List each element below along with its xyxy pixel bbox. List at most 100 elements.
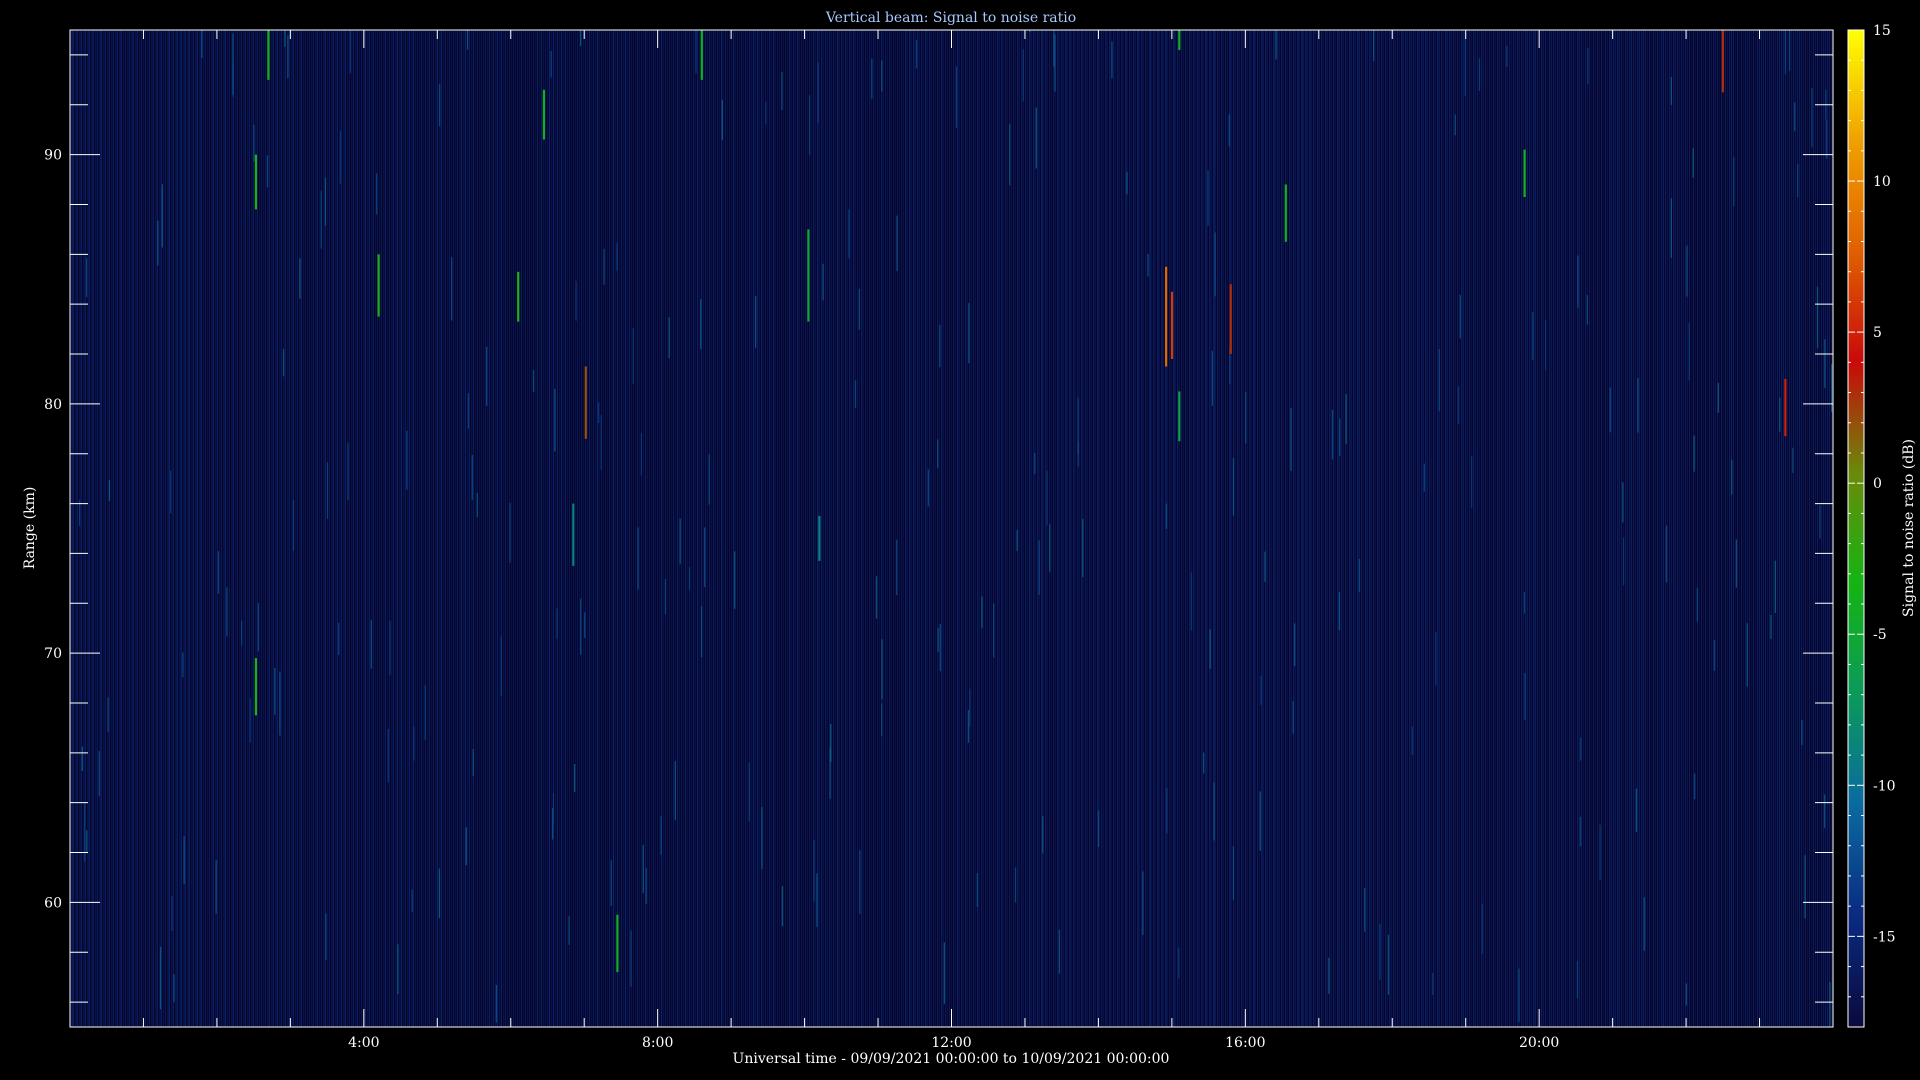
noise-column — [1774, 30, 1777, 1027]
noise-fleck — [376, 173, 378, 215]
noise-fleck — [642, 844, 644, 894]
noise-column — [504, 30, 506, 1027]
noise-column — [1218, 30, 1220, 1027]
noise-column — [332, 30, 334, 1027]
noise-column — [348, 30, 350, 1027]
noise-column — [989, 30, 991, 1027]
noise-column — [236, 30, 238, 1027]
noise-column — [1454, 30, 1456, 1027]
noise-column — [1334, 30, 1336, 1027]
noise-column — [1370, 30, 1372, 1027]
noise-column — [1418, 30, 1420, 1027]
noise-column — [1073, 30, 1075, 1027]
noise-column — [248, 30, 250, 1027]
signal-streak — [267, 30, 270, 80]
noise-fleck — [550, 51, 552, 78]
noise-column — [200, 30, 202, 1027]
noise-fleck — [1587, 47, 1589, 84]
noise-column — [468, 30, 470, 1027]
noise-column — [893, 30, 895, 1027]
noise-fleck — [1009, 124, 1011, 186]
colorbar-label: Signal to noise ratio (dB) — [1901, 439, 1917, 617]
noise-column — [889, 30, 891, 1027]
noise-column — [1634, 30, 1636, 1027]
noise-column — [432, 30, 434, 1027]
noise-column — [1514, 30, 1516, 1027]
noise-fleck — [645, 868, 647, 904]
noise-column — [901, 30, 903, 1027]
noise-column — [1582, 30, 1584, 1027]
noise-column — [392, 30, 394, 1027]
noise-fleck — [1692, 148, 1694, 178]
noise-column — [993, 30, 995, 1027]
noise-fleck — [969, 688, 971, 727]
noise-fleck — [183, 836, 185, 884]
noise-fleck — [1713, 640, 1716, 671]
noise-column — [440, 30, 442, 1027]
noise-fleck — [630, 930, 632, 987]
signal-streak — [572, 503, 575, 566]
noise-column — [1510, 30, 1512, 1027]
noise-fleck — [339, 130, 342, 184]
noise-fleck — [875, 576, 878, 619]
noise-column — [212, 30, 214, 1027]
noise-fleck — [1331, 409, 1334, 460]
noise-column — [1169, 30, 1172, 1027]
noise-column — [1618, 30, 1620, 1027]
noise-column — [168, 30, 170, 1027]
noise-column — [721, 30, 723, 1027]
noise-column — [564, 30, 566, 1027]
noise-fleck — [249, 698, 251, 743]
noise-column — [953, 30, 955, 1027]
noise-column — [777, 30, 779, 1027]
noise-column — [364, 30, 366, 1027]
noise-column — [709, 30, 711, 1027]
noise-column — [1502, 30, 1504, 1027]
noise-column — [1474, 30, 1476, 1027]
noise-fleck — [86, 830, 88, 854]
noise-column — [833, 30, 835, 1027]
noise-column — [957, 30, 959, 1027]
noise-column — [1029, 30, 1031, 1027]
noise-fleck — [813, 839, 815, 902]
noise-column — [316, 30, 318, 1027]
noise-column — [1013, 30, 1015, 1027]
signal-streak — [700, 30, 703, 80]
noise-fleck — [1459, 294, 1461, 339]
noise-column — [1270, 30, 1272, 1027]
noise-column — [412, 30, 414, 1027]
noise-fleck — [1432, 972, 1434, 996]
noise-column — [1045, 30, 1047, 1027]
noise-fleck — [1688, 322, 1690, 381]
noise-column — [512, 30, 514, 1027]
noise-fleck — [755, 295, 757, 348]
noise-fleck — [1457, 386, 1460, 424]
y-tick-label: 60 — [44, 895, 62, 911]
noise-column — [809, 30, 811, 1027]
noise-column — [1005, 30, 1007, 1027]
noise-column — [1238, 30, 1240, 1027]
noise-column — [1542, 30, 1544, 1027]
noise-column — [1578, 30, 1580, 1027]
noise-fleck — [937, 439, 939, 469]
noise-column — [80, 30, 82, 1027]
noise-fleck — [1275, 30, 1277, 60]
noise-column — [1718, 30, 1720, 1027]
noise-column — [737, 30, 739, 1027]
noise-fleck — [171, 895, 173, 931]
noise-column — [296, 30, 298, 1027]
noise-column — [1089, 30, 1091, 1027]
noise-column — [1574, 30, 1576, 1027]
noise-column — [1001, 30, 1003, 1027]
noise-column — [320, 30, 322, 1027]
signal-streak — [584, 366, 587, 439]
noise-fleck — [695, 30, 697, 74]
noise-fleck — [579, 30, 582, 46]
noise-column — [873, 30, 875, 1027]
noise-column — [1017, 30, 1019, 1027]
noise-column — [480, 30, 482, 1027]
noise-column — [460, 30, 462, 1027]
noise-column — [1730, 30, 1732, 1027]
noise-column — [1726, 30, 1728, 1027]
noise-fleck — [1373, 30, 1375, 62]
